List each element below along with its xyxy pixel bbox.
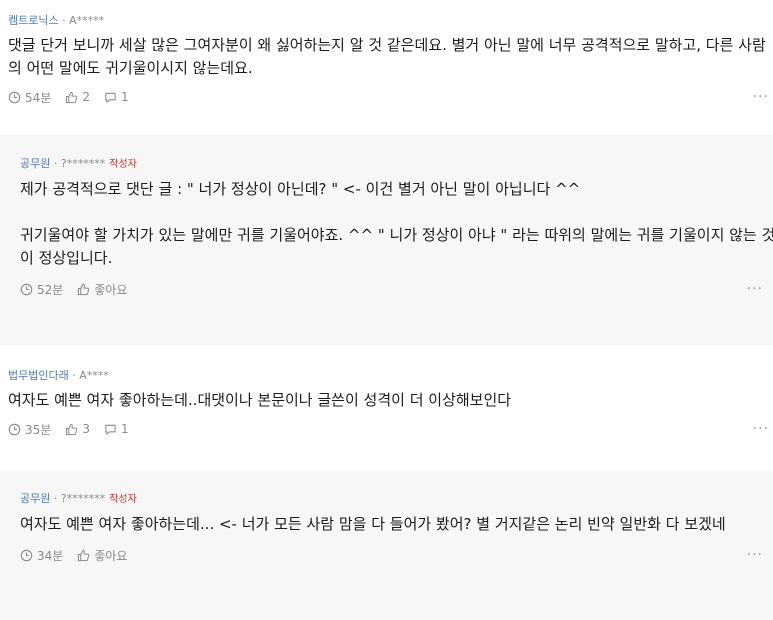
comment-meta: 켐트로닉스 · A***** <box>8 14 773 28</box>
comment-actions: 35분 3 1 ··· <box>8 420 773 438</box>
comment-4-reply: 공무원 · ?******* 작성자 여자도 예쁜 여자 좋아하는데... <- … <box>0 470 773 620</box>
reply-button[interactable]: 1 <box>104 90 129 104</box>
timestamp: 52분 <box>20 281 63 298</box>
comment-actions: 54분 2 1 ··· <box>8 88 773 106</box>
time-text: 35분 <box>25 422 52 437</box>
comment-bubble-icon <box>105 92 116 103</box>
comment-2-reply: 공무원 · ?******* 작성자 제가 공격적으로 댓단 글 : " 너가 정… <box>0 135 773 345</box>
time-text: 34분 <box>37 548 64 563</box>
author-badge: 작성자 <box>109 159 137 170</box>
more-options-button[interactable]: ··· <box>747 547 763 563</box>
time-text: 54분 <box>25 90 52 105</box>
reply-count: 1 <box>120 422 129 436</box>
author-badge: 작성자 <box>109 494 137 505</box>
clock-icon <box>8 91 21 103</box>
more-options-button[interactable]: ··· <box>747 281 763 297</box>
time-text: 52분 <box>37 282 64 297</box>
like-button[interactable]: 좋아요 <box>77 547 127 564</box>
timestamp: 54분 <box>8 89 51 106</box>
comment-1: 켐트로닉스 · A***** 댓글 단거 보니까 세살 많은 그여자분이 왜 싫… <box>0 0 773 135</box>
comment-bubble-icon <box>105 424 116 435</box>
clock-icon <box>8 423 21 435</box>
timestamp: 35분 <box>8 421 51 438</box>
comment-actions: 52분 좋아요 ··· <box>20 280 773 298</box>
thumbs-up-icon <box>78 549 90 561</box>
more-options-button[interactable]: ··· <box>753 421 769 437</box>
separator: · <box>58 14 70 27</box>
like-button[interactable]: 3 <box>65 422 90 436</box>
company-name[interactable]: 공무원 <box>20 157 50 170</box>
comment-text: 여자도 예쁜 여자 좋아하는데..대댓이나 본문이나 글쓴이 성격이 더 이상해… <box>8 391 512 409</box>
comment-actions: 34분 좋아요 ··· <box>20 546 773 564</box>
thumbs-up-icon <box>66 423 78 435</box>
user-name[interactable]: A***** <box>69 14 104 27</box>
timestamp: 34분 <box>20 547 63 564</box>
like-count: 2 <box>82 90 90 104</box>
comment-text: 여자도 예쁜 여자 좋아하는데... <- 너가 모든 사람 맘을 다 들어가 … <box>20 515 726 533</box>
thumbs-up-icon <box>78 283 90 295</box>
comment-3: 법무법인다래 · A**** 여자도 예쁜 여자 좋아하는데..대댓이나 본문이… <box>0 345 773 470</box>
like-button[interactable]: 2 <box>65 90 90 104</box>
separator: · <box>50 492 61 505</box>
separator: · <box>68 369 80 382</box>
like-count: 3 <box>82 422 90 436</box>
thumbs-up-icon <box>66 91 78 103</box>
like-button[interactable]: 좋아요 <box>77 281 127 298</box>
company-name[interactable]: 켐트로닉스 <box>8 14 59 27</box>
user-name[interactable]: ?******* <box>61 157 105 170</box>
like-label: 좋아요 <box>94 548 128 563</box>
user-name[interactable]: A**** <box>79 369 109 382</box>
more-options-button[interactable]: ··· <box>753 89 769 105</box>
comment-meta: 법무법인다래 · A**** <box>8 369 773 383</box>
reply-count: 1 <box>120 90 129 104</box>
comment-text: 제가 공격적으로 댓단 글 : " 너가 정상이 아닌데? " <- 이건 별거… <box>20 180 773 267</box>
comment-meta: 공무원 · ?******* 작성자 <box>20 492 773 507</box>
comment-text: 댓글 단거 보니까 세살 많은 그여자분이 왜 싫어하는지 알 것 같은데요. … <box>8 36 766 77</box>
clock-icon <box>20 549 33 561</box>
user-name[interactable]: ?******* <box>61 492 105 505</box>
reply-button[interactable]: 1 <box>104 422 129 436</box>
company-name[interactable]: 공무원 <box>20 492 50 505</box>
like-label: 좋아요 <box>94 282 128 297</box>
clock-icon <box>20 283 33 295</box>
company-name[interactable]: 법무법인다래 <box>8 369 69 382</box>
comment-meta: 공무원 · ?******* 작성자 <box>20 157 773 172</box>
separator: · <box>50 157 61 170</box>
